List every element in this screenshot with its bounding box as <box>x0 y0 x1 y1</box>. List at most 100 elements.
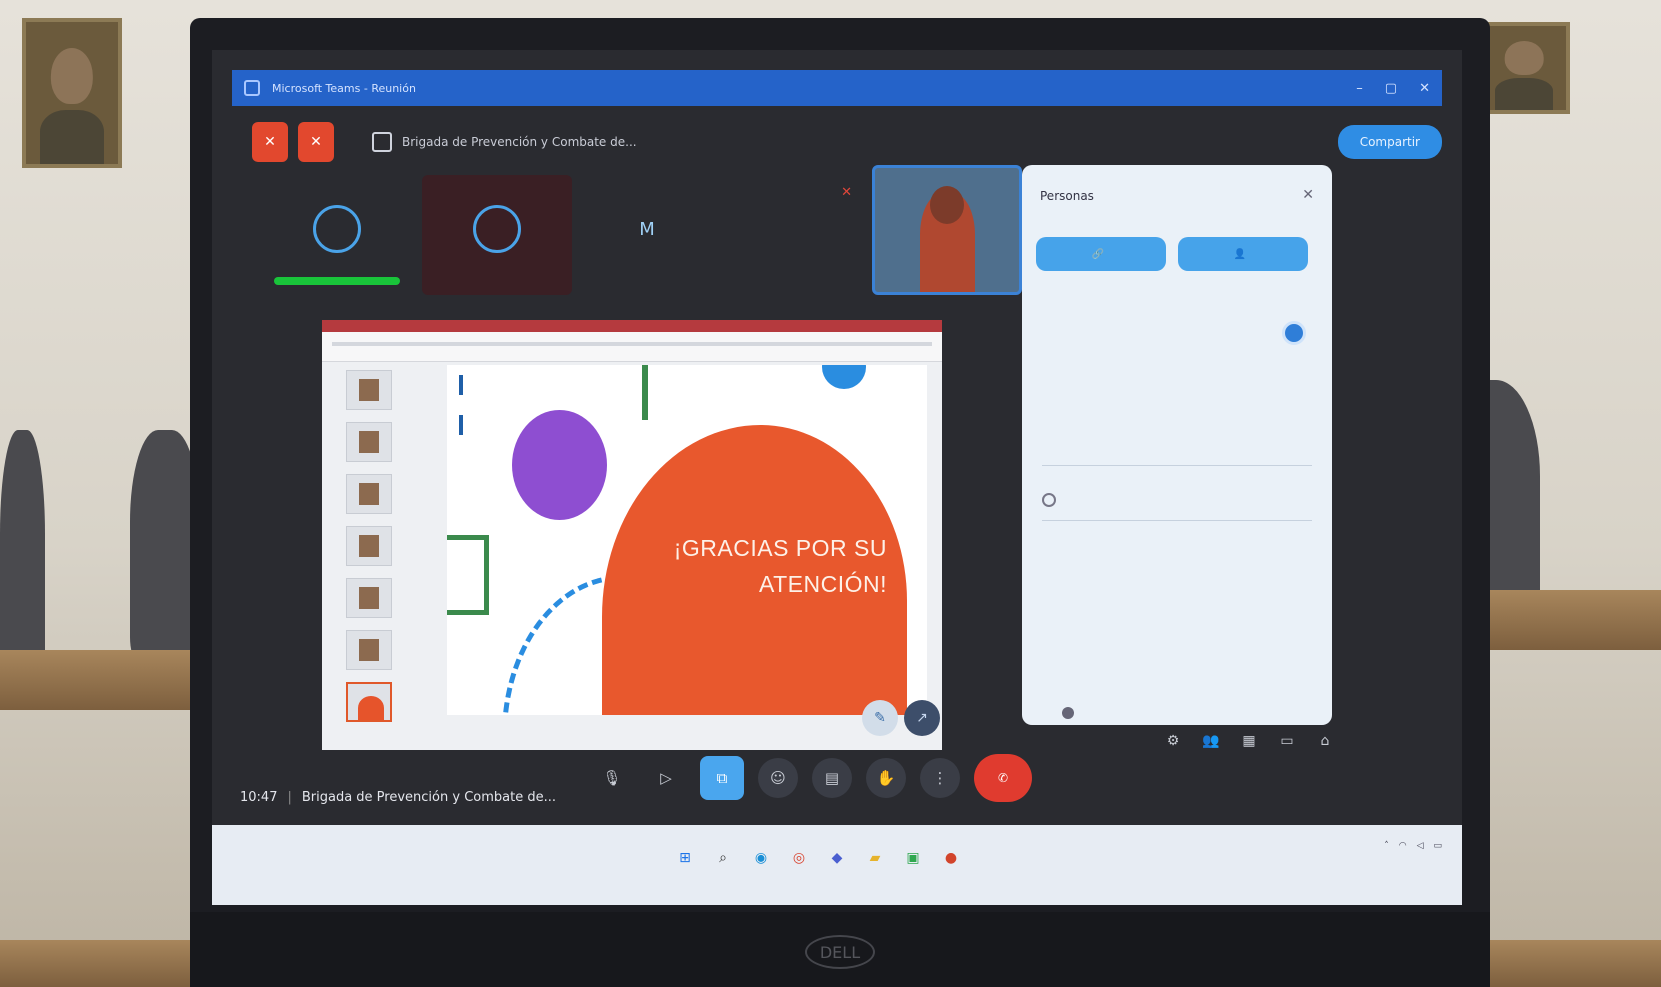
maximize-icon[interactable]: ▢ <box>1385 81 1397 96</box>
slide-shape-purple-circle <box>512 410 607 520</box>
avatar <box>473 205 521 253</box>
lock-icon[interactable]: ⌂ <box>1314 730 1336 752</box>
monitor: Microsoft Teams - Reunión – ▢ ✕ ✕ ✕ Brig… <box>190 18 1490 987</box>
camera-off-button[interactable]: ✕ <box>298 122 334 162</box>
people-search <box>1042 485 1302 515</box>
allow-attendees-toggle[interactable] <box>1282 321 1306 345</box>
window-titlebar: Microsoft Teams - Reunión – ▢ ✕ <box>232 70 1442 106</box>
wall-portrait-left <box>22 18 122 168</box>
camera-icon[interactable]: ▷ <box>646 758 686 798</box>
secondary-controls: ⚙ 👥 ▦ ▭ ⌂ <box>1162 730 1336 752</box>
self-video-tile[interactable] <box>872 165 1022 295</box>
expand-icon[interactable]: ↗ <box>904 700 940 736</box>
people-icon[interactable]: ☺ <box>758 758 798 798</box>
slide-shape-green-bracket <box>447 535 489 615</box>
chrome-icon[interactable]: ◎ <box>786 845 812 871</box>
grid-icon[interactable]: ▦ <box>1238 730 1260 752</box>
wall-portrait-right <box>1478 22 1570 114</box>
participants-icon[interactable]: 👥 <box>1200 730 1222 752</box>
teams-icon[interactable]: ◆ <box>824 845 850 871</box>
participant-tile-4[interactable]: ✕ <box>722 175 872 295</box>
shared-screen[interactable]: ¡GRACIAS POR SU ATENCIÓN! ✎ ↗ <box>322 320 942 750</box>
powerpoint-icon[interactable]: ● <box>938 845 964 871</box>
phone-hangup-icon: ✆ <box>997 771 1009 785</box>
add-people-button[interactable]: 👤 <box>1178 237 1308 271</box>
slide-shape-green-line <box>642 365 648 420</box>
share-screen-button[interactable]: ⧉ <box>700 756 744 800</box>
meeting-info: 10:47 | Brigada de Prevención y Combate … <box>240 790 556 805</box>
slide-shape-dash <box>459 375 463 395</box>
annotation-tools: ✎ ↗ <box>862 700 940 736</box>
slide-thumbnail[interactable] <box>346 630 392 670</box>
slide-thumbnail[interactable] <box>346 526 392 566</box>
more-icon[interactable]: ⋮ <box>920 758 960 798</box>
close-icon[interactable]: ✕ <box>1419 81 1430 96</box>
participant-tile-3[interactable]: M <box>572 175 722 295</box>
info-separator: | <box>287 790 292 805</box>
panel-divider <box>1042 465 1312 466</box>
share-button[interactable]: Compartir <box>1337 125 1442 159</box>
minimize-icon[interactable]: – <box>1356 81 1363 96</box>
wifi-icon[interactable]: ◠ <box>1399 841 1407 851</box>
participant-tile-2[interactable] <box>422 175 572 295</box>
scroll-indicator[interactable] <box>1062 707 1074 719</box>
chat-icon[interactable]: ▤ <box>812 758 852 798</box>
volume-icon[interactable]: ◁ <box>1417 841 1424 851</box>
slide-shape-dash <box>459 415 463 435</box>
meeting-header: ✕ ✕ Brigada de Prevención y Combate de..… <box>252 118 1442 166</box>
search-icon[interactable]: ⌕ <box>710 845 736 871</box>
mic-off-icon: ✕ <box>264 134 276 150</box>
edge-icon[interactable]: ◉ <box>748 845 774 871</box>
link-icon: 🔗 <box>1091 248 1105 260</box>
video-person-head <box>930 186 964 224</box>
back-icon[interactable] <box>244 80 260 96</box>
mic-muted-icon: ✕ <box>841 185 852 200</box>
powerpoint-ribbon <box>322 332 942 362</box>
sharing-indicator-bar <box>322 320 942 332</box>
participant-name <box>274 277 400 285</box>
captions-icon[interactable]: ▭ <box>1276 730 1298 752</box>
share-invite-button[interactable]: 🔗 <box>1036 237 1166 271</box>
window-controls: – ▢ ✕ <box>1356 81 1430 96</box>
hand-icon[interactable]: ✋ <box>866 758 906 798</box>
participant-tile-1[interactable] <box>262 175 412 295</box>
avatar <box>313 205 361 253</box>
close-icon[interactable]: ✕ <box>1302 187 1314 203</box>
settings-icon[interactable]: ⚙ <box>1162 730 1184 752</box>
window-title: Microsoft Teams - Reunión <box>272 81 416 95</box>
slide-shape-blue-circle <box>822 365 866 389</box>
windows-taskbar: ⊞ ⌕ ◉ ◎ ◆ ▰ ▣ ● ˄ ◠ ◁ ▭ <box>212 825 1462 905</box>
slide-thumbnail[interactable] <box>346 474 392 514</box>
store-icon[interactable]: ▣ <box>900 845 926 871</box>
meeting-header-title: Brigada de Prevención y Combate de... <box>402 135 637 149</box>
people-search-input[interactable] <box>1066 494 1266 506</box>
monitor-bezel: DELL <box>190 912 1490 987</box>
slide-thumbnails <box>332 370 402 740</box>
taskbar-apps: ⊞ ⌕ ◉ ◎ ◆ ▰ ▣ ● <box>672 845 964 871</box>
slide-heading: ¡GRACIAS POR SU ATENCIÓN! <box>673 535 887 597</box>
pen-icon[interactable]: ✎ <box>862 700 898 736</box>
search-icon <box>1042 493 1056 507</box>
current-slide: ¡GRACIAS POR SU ATENCIÓN! <box>447 365 927 715</box>
slide-thumbnail-active[interactable] <box>346 682 392 722</box>
allow-attendees-row <box>1042 315 1312 355</box>
desk-left <box>0 650 200 710</box>
system-tray: ˄ ◠ ◁ ▭ <box>1384 841 1442 851</box>
mic-off-button[interactable]: ✕ <box>252 122 288 162</box>
battery-icon[interactable]: ▭ <box>1433 841 1442 851</box>
slide-thumbnail[interactable] <box>346 370 392 410</box>
end-call-button[interactable]: ✆ <box>974 754 1032 802</box>
meeting-info-icon[interactable] <box>372 132 392 152</box>
meeting-controls: 🎙 ▷ ⧉ ☺ ▤ ✋ ⋮ ✆ <box>592 750 1032 806</box>
people-panel: Personas ✕ 🔗 👤 <box>1022 165 1332 725</box>
windows-icon[interactable]: ⊞ <box>672 845 698 871</box>
camera-off-icon: ✕ <box>310 134 322 150</box>
mic-icon[interactable]: 🎙 <box>592 758 632 798</box>
chevron-up-icon[interactable]: ˄ <box>1384 841 1389 851</box>
files-icon[interactable]: ▰ <box>862 845 888 871</box>
meeting-time: 10:47 <box>240 790 278 805</box>
desk-right <box>1460 590 1661 650</box>
meeting-name: Brigada de Prevención y Combate de... <box>301 790 556 805</box>
slide-thumbnail[interactable] <box>346 578 392 618</box>
slide-thumbnail[interactable] <box>346 422 392 462</box>
